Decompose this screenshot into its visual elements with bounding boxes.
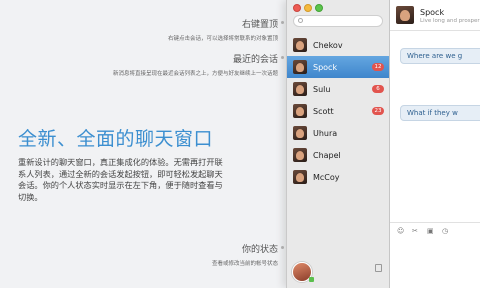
zoom-button[interactable] [315, 4, 323, 12]
contact-name: Chekov [313, 40, 343, 50]
avatar [293, 60, 307, 74]
contact-name: Scott [313, 106, 334, 116]
window-controls [293, 4, 323, 12]
search-icon [298, 18, 303, 23]
image-icon[interactable]: ▣ [427, 227, 434, 235]
avatar [293, 170, 307, 184]
search-input[interactable] [293, 15, 383, 27]
annotation-dot [281, 56, 284, 59]
smiley-icon[interactable]: ☺ [397, 227, 404, 235]
contact-name: McCoy [313, 172, 340, 182]
sidebar: Chekov Spock 12 Sulu 6 Scott 23 Uhura Ch… [287, 0, 390, 288]
contact-name: Chapel [313, 150, 341, 160]
contact-list: Chekov Spock 12 Sulu 6 Scott 23 Uhura Ch… [287, 34, 389, 188]
unread-badge: 12 [372, 63, 384, 71]
avatar [293, 82, 307, 96]
annotation-pin: 右键置顶 右键点击会话，可以选择将常联系的对象置顶 [168, 17, 278, 42]
annotation-desc: 查看或修改当前的帐号状态 [211, 261, 278, 267]
headline: 全新、全面的聊天窗口 [18, 128, 214, 150]
annotation-title: 右键置顶 [241, 20, 278, 30]
close-button[interactable] [293, 4, 301, 12]
message-bubble: What if they w [400, 105, 480, 121]
annotation-status: 你的状态 查看或修改当前的帐号状态 [212, 242, 278, 267]
clock-icon[interactable]: ◷ [442, 227, 448, 235]
contact-item[interactable]: Uhura [287, 122, 389, 144]
annotation-desc: 右键点击会话，可以选择将常联系的对象置顶 [167, 36, 278, 42]
scissors-icon[interactable]: ✂ [412, 227, 418, 235]
chat-pane: Spock Live long and prosper Where are we… [390, 0, 480, 288]
chat-header: Spock Live long and prosper [390, 0, 480, 31]
avatar [293, 148, 307, 162]
annotation-desc: 新消息将直接呈现在最近会话列表之上，方便与好友继续上一次话题 [112, 71, 278, 77]
avatar [293, 104, 307, 118]
contact-name: Spock [313, 62, 338, 72]
avatar [293, 38, 307, 52]
unread-badge: 23 [372, 107, 384, 115]
contact-card-icon[interactable] [375, 264, 382, 272]
body-text: 重新设计的聊天窗口，真正集成化的体验。无需再打开联系人列表，通过全新的会话发起按… [18, 157, 223, 202]
contact-item[interactable]: Scott 23 [287, 100, 389, 122]
annotation-title: 最近的会话 [232, 55, 278, 65]
unread-badge: 6 [372, 85, 384, 93]
contact-name: Uhura [313, 128, 338, 138]
chat-toolbar: ☺ ✂ ▣ ◷ [390, 222, 480, 237]
annotation-recent: 最近的会话 新消息将直接呈现在最近会话列表之上，方便与好友继续上一次话题 [113, 52, 278, 77]
annotation-dot [281, 21, 284, 24]
contact-item[interactable]: Chekov [287, 34, 389, 56]
avatar [293, 126, 307, 140]
chat-window: Chekov Spock 12 Sulu 6 Scott 23 Uhura Ch… [286, 0, 480, 288]
contact-name: Sulu [313, 84, 331, 94]
chat-contact-status: Live long and prosper [420, 18, 480, 24]
annotation-title: 你的状态 [241, 245, 278, 255]
annotation-dot [281, 246, 284, 249]
chat-contact-name: Spock [420, 8, 445, 17]
avatar [396, 6, 414, 24]
contact-item[interactable]: McCoy [287, 166, 389, 188]
online-status-icon[interactable] [309, 277, 314, 282]
minimize-button[interactable] [304, 4, 312, 12]
contact-item[interactable]: Chapel [287, 144, 389, 166]
message-bubble: Where are we g [400, 48, 480, 64]
contact-item[interactable]: Sulu 6 [287, 78, 389, 100]
contact-item[interactable]: Spock 12 [287, 56, 389, 78]
